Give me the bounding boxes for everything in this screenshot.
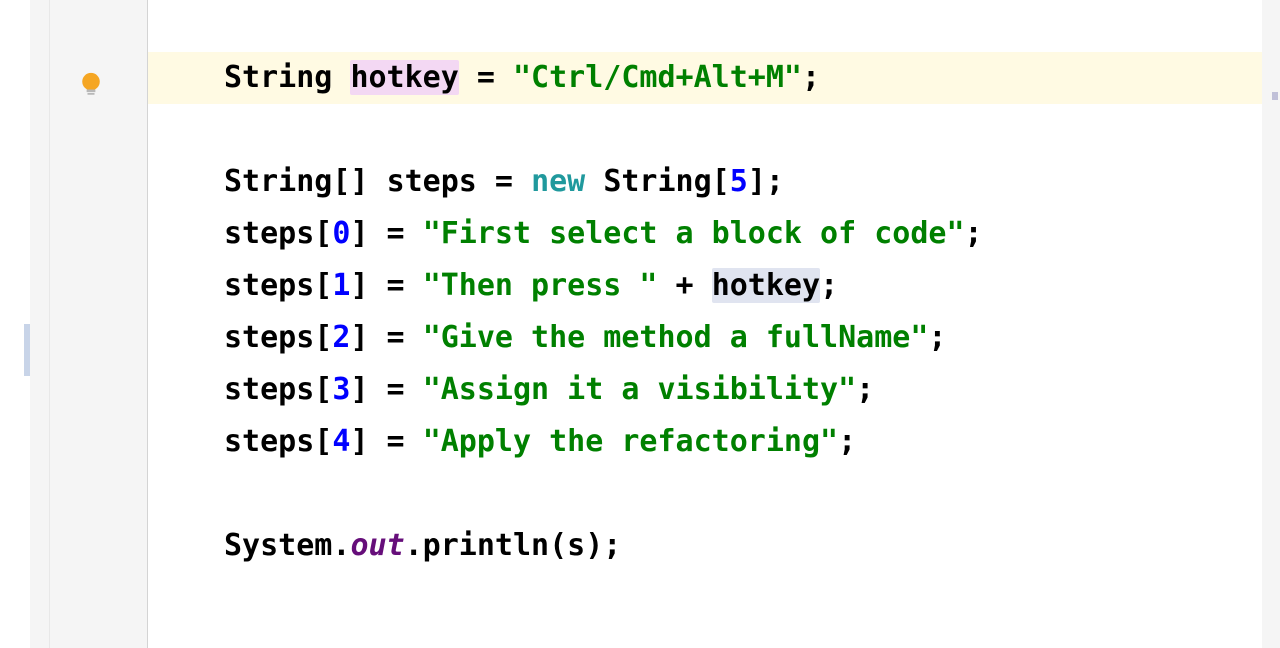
vcs-change-marker[interactable] bbox=[24, 324, 30, 376]
code-line-highlighted[interactable]: String hotkey = "Ctrl/Cmd+Alt+M"; bbox=[148, 52, 1280, 104]
operator: ] = bbox=[350, 424, 422, 459]
breakpoint-gutter[interactable] bbox=[0, 0, 30, 648]
array-access: steps[ bbox=[224, 216, 332, 251]
string-literal: "Apply the refactoring" bbox=[423, 424, 838, 459]
line-number-gutter[interactable] bbox=[50, 0, 148, 648]
type-keyword: String[] bbox=[224, 164, 369, 199]
code-line[interactable]: String[] steps = new String[5]; bbox=[148, 156, 1280, 208]
variable-steps: steps bbox=[387, 164, 477, 199]
string-literal: "Assign it a visibility" bbox=[423, 372, 856, 407]
string-literal: "Ctrl/Cmd+Alt+M" bbox=[513, 60, 802, 95]
semicolon: ; bbox=[838, 424, 856, 459]
semicolon: ; bbox=[820, 268, 838, 303]
operator: ] = bbox=[350, 372, 422, 407]
semicolon: ; bbox=[766, 164, 784, 199]
operator: = bbox=[459, 60, 513, 95]
code-line[interactable]: System.out.println(s); bbox=[148, 520, 1280, 572]
new-keyword: new bbox=[531, 164, 585, 199]
number-literal: 1 bbox=[332, 268, 350, 303]
number-literal: 2 bbox=[332, 320, 350, 355]
semicolon: ; bbox=[802, 60, 820, 95]
code-line[interactable]: steps[1] = "Then press " + hotkey; bbox=[148, 260, 1280, 312]
array-access: steps[ bbox=[224, 268, 332, 303]
type-keyword: String[ bbox=[603, 164, 729, 199]
code-editor[interactable]: String hotkey = "Ctrl/Cmd+Alt+M"; String… bbox=[148, 0, 1280, 648]
variable-hotkey: hotkey bbox=[350, 60, 458, 95]
code-line[interactable] bbox=[148, 0, 1280, 52]
number-literal: 4 bbox=[332, 424, 350, 459]
code-line-blank[interactable] bbox=[148, 468, 1280, 520]
intention-bulb-icon[interactable] bbox=[80, 72, 102, 100]
operator: ] = bbox=[350, 268, 422, 303]
fold-gutter[interactable] bbox=[30, 0, 50, 648]
code-line[interactable]: steps[0] = "First select a block of code… bbox=[148, 208, 1280, 260]
variable-hotkey-usage: hotkey bbox=[712, 268, 820, 303]
bracket: ] bbox=[748, 164, 766, 199]
operator: + bbox=[658, 268, 712, 303]
operator: ] = bbox=[350, 216, 422, 251]
number-literal: 5 bbox=[730, 164, 748, 199]
type-keyword: String bbox=[224, 60, 332, 95]
string-literal: "First select a block of code" bbox=[423, 216, 965, 251]
operator: ] = bbox=[350, 320, 422, 355]
code-line[interactable]: steps[2] = "Give the method a fullName"; bbox=[148, 312, 1280, 364]
semicolon: ; bbox=[856, 372, 874, 407]
number-literal: 3 bbox=[332, 372, 350, 407]
operator: = bbox=[477, 164, 531, 199]
scrollbar-track[interactable] bbox=[1262, 0, 1280, 648]
class-ref: System. bbox=[224, 528, 350, 563]
semicolon: ; bbox=[965, 216, 983, 251]
field-out: out bbox=[350, 528, 404, 563]
string-literal: "Give the method a fullName" bbox=[423, 320, 929, 355]
array-access: steps[ bbox=[224, 424, 332, 459]
string-literal: "Then press " bbox=[423, 268, 658, 303]
code-line-blank[interactable] bbox=[148, 104, 1280, 156]
code-line[interactable]: steps[3] = "Assign it a visibility"; bbox=[148, 364, 1280, 416]
semicolon: ; bbox=[928, 320, 946, 355]
array-access: steps[ bbox=[224, 372, 332, 407]
number-literal: 0 bbox=[332, 216, 350, 251]
method-call: .println(s); bbox=[405, 528, 622, 563]
scrollbar-marker[interactable] bbox=[1272, 92, 1278, 100]
array-access: steps[ bbox=[224, 320, 332, 355]
code-line[interactable]: steps[4] = "Apply the refactoring"; bbox=[148, 416, 1280, 468]
